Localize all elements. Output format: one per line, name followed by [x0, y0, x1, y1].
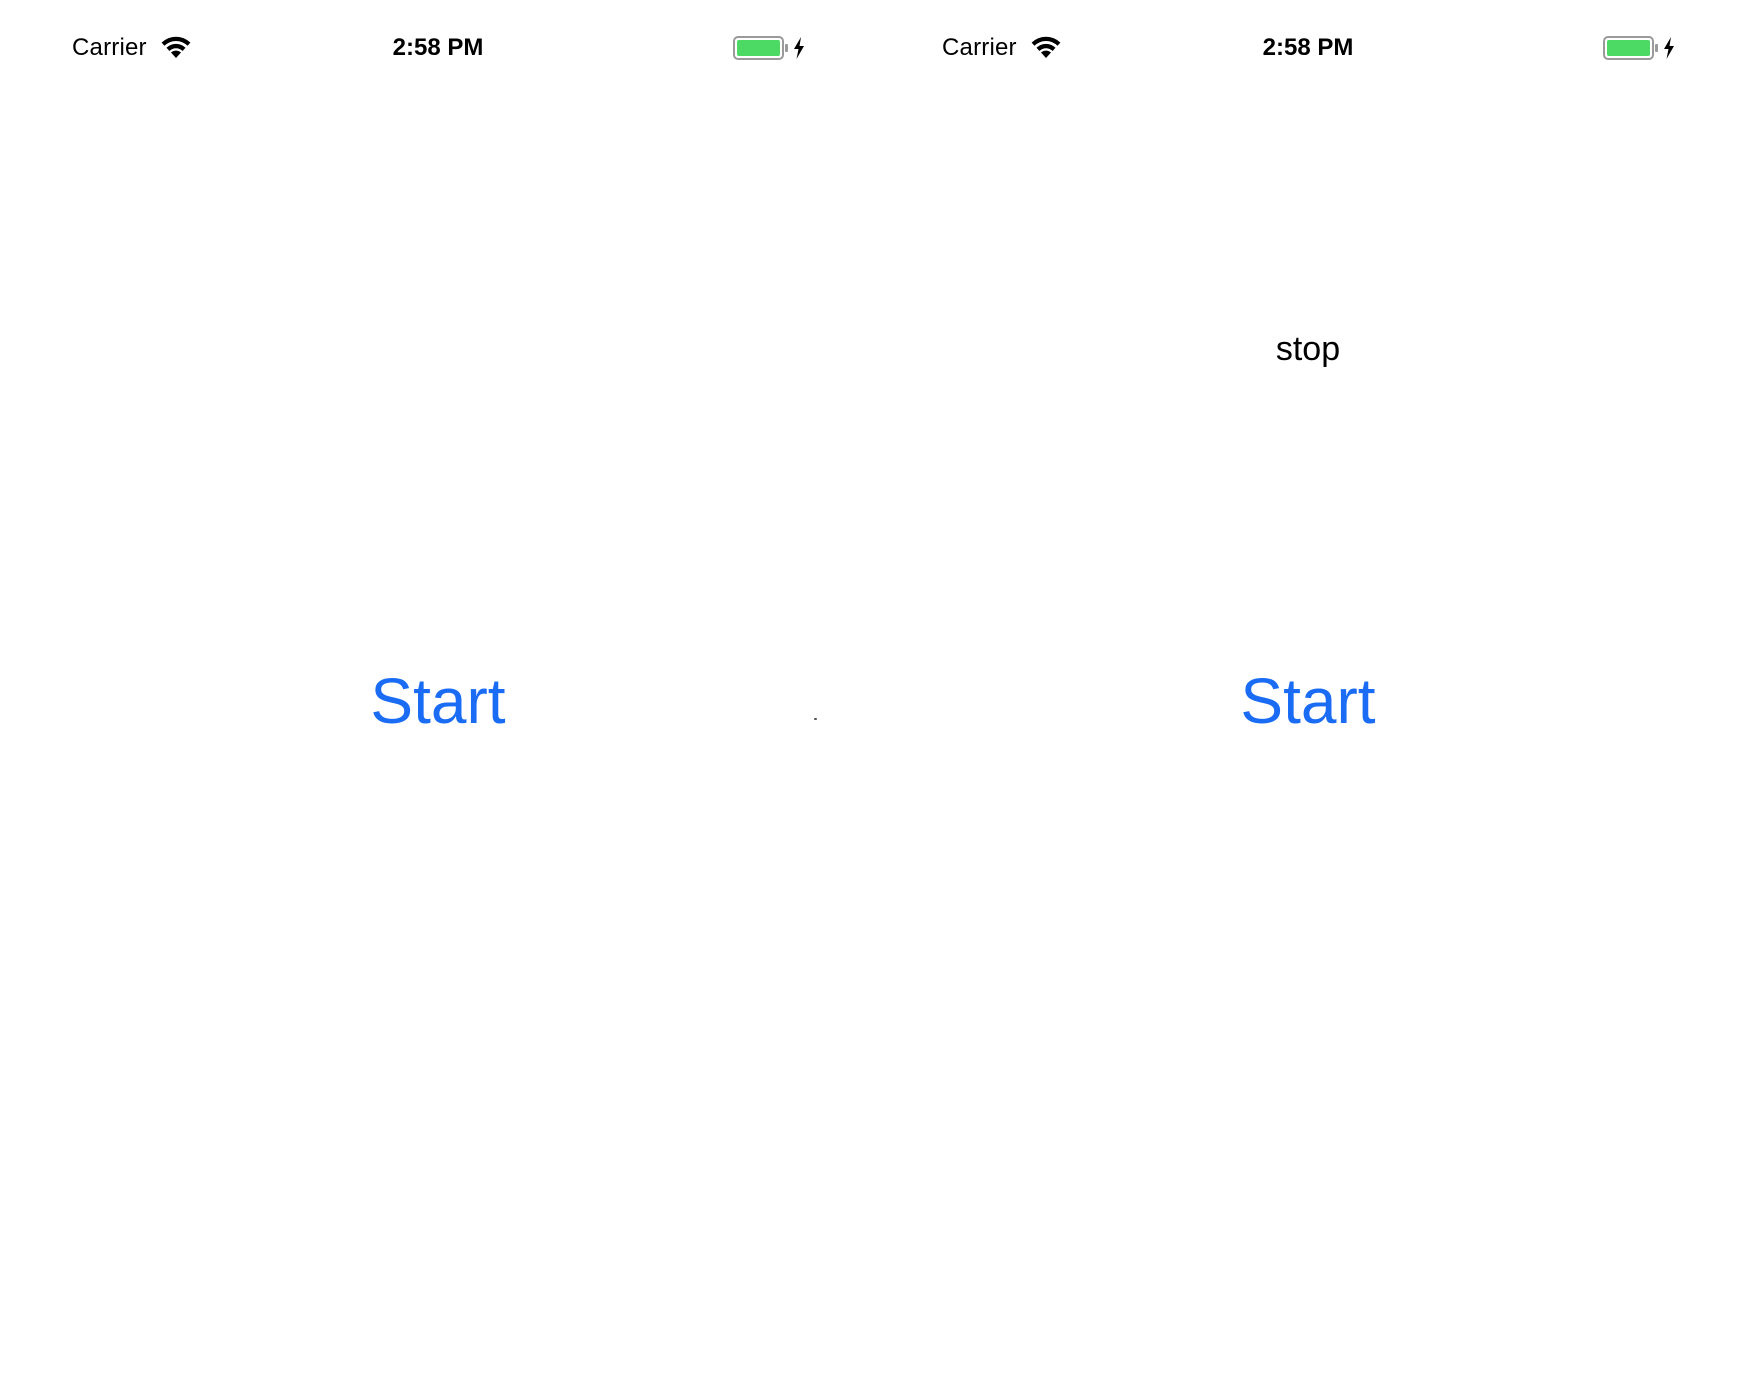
phone-screen-right: Carrier 2:58 PM stop Start [870, 0, 1746, 1396]
timer-status-label: stop [1275, 330, 1341, 368]
battery-charging-icon [733, 36, 788, 60]
charging-bolt-icon [794, 37, 804, 59]
start-button[interactable]: Start [0, 663, 876, 739]
battery-level-fill [737, 40, 780, 56]
battery-level-fill [1607, 40, 1650, 56]
charging-bolt-icon [1664, 37, 1674, 59]
start-button[interactable]: Start [870, 663, 1746, 739]
battery-charging-icon [1603, 36, 1658, 60]
status-bar: Carrier 2:58 PM [870, 0, 1746, 100]
phone-screen-left: Carrier 2:58 PM Start [0, 0, 876, 1396]
status-bar: Carrier 2:58 PM [0, 0, 876, 100]
activity-indicator-dot [814, 718, 817, 720]
